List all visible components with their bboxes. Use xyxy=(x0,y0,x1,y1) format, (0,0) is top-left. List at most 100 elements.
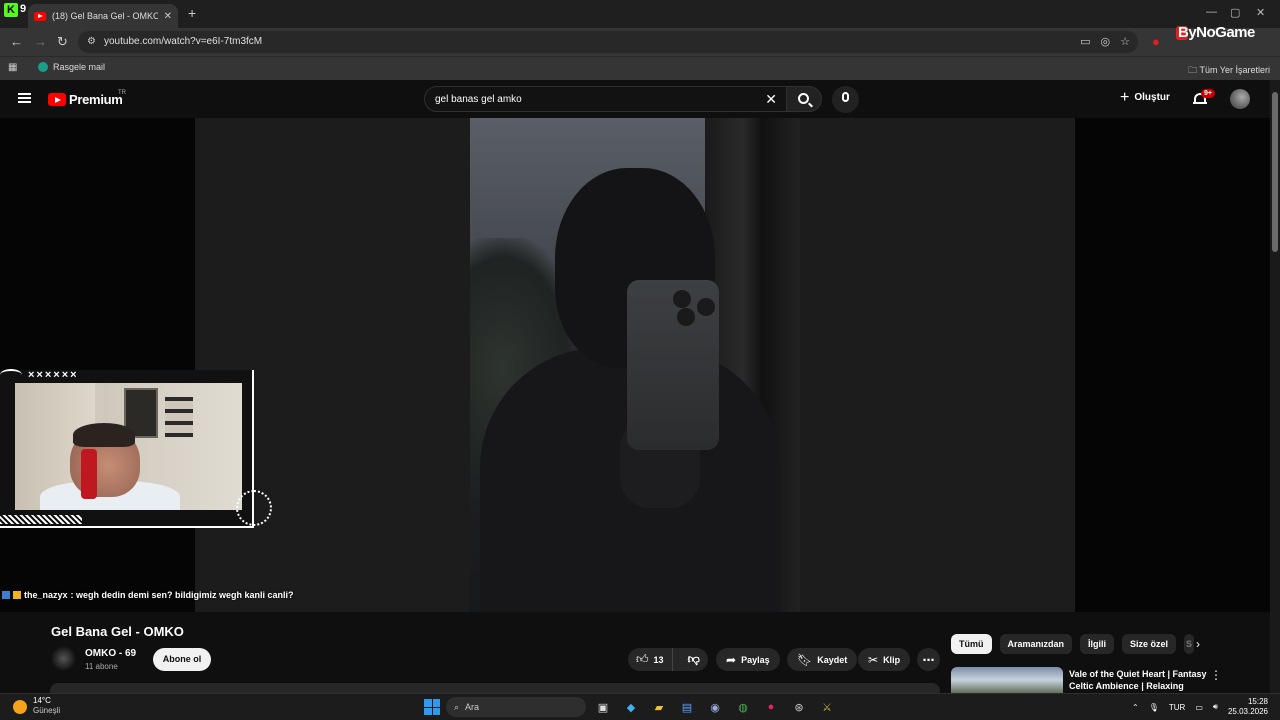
related-video-thumbnail[interactable] xyxy=(951,667,1063,693)
description-box[interactable] xyxy=(50,683,940,693)
reload-icon[interactable]: ↻ xyxy=(57,34,68,50)
share-button[interactable]: ➦ Paylaş xyxy=(716,648,780,671)
search-button[interactable] xyxy=(786,86,822,112)
share-label: Paylaş xyxy=(741,654,770,665)
thumbs-down-icon: 👎︎ xyxy=(687,652,700,666)
chip-truncated[interactable]: S xyxy=(1184,634,1195,654)
eye-off-icon[interactable]: ◎ xyxy=(1101,35,1111,48)
subscribe-button[interactable]: Abone ol xyxy=(153,648,211,671)
system-tray: ⌃ 🎙︎ TUR ▭ 🔊︎ 15:28 25.03.2026 xyxy=(1132,697,1268,717)
time: 15:28 xyxy=(1247,697,1268,706)
start-button[interactable] xyxy=(424,699,440,715)
bookmark-star-icon[interactable]: ☆ xyxy=(1120,35,1130,48)
store-icon[interactable]: ▤ xyxy=(676,697,698,717)
scissors-icon: ✂ xyxy=(868,652,879,667)
omnibox[interactable]: ⚙ youtube.com/watch?v=e6I-7tm3fcM ▭ ◎ ☆ xyxy=(78,31,1138,53)
voice-search-button[interactable] xyxy=(832,86,859,113)
search-query: gel banas gel amko xyxy=(435,94,522,105)
bookmark-label: Rasgele mail xyxy=(53,62,106,72)
like-count: 13 xyxy=(653,654,664,665)
chip-related[interactable]: İlgili xyxy=(1080,634,1115,654)
like-button[interactable]: 👍︎ 13 xyxy=(628,648,673,671)
youtube-logo-icon[interactable] xyxy=(48,93,66,106)
related-video-menu-icon[interactable]: ⋮ xyxy=(1210,668,1222,682)
chip-for-you[interactable]: Size özel xyxy=(1122,634,1177,654)
webcam-feed xyxy=(15,383,242,510)
date: 25.03.2026 xyxy=(1227,707,1268,716)
music-app-icon[interactable]: ● xyxy=(760,697,782,717)
clear-search-icon[interactable]: ✕ xyxy=(765,91,777,108)
subscriber-count: 11 abone xyxy=(85,662,118,671)
volume-icon[interactable]: 🔊︎ xyxy=(1213,702,1218,712)
chrome-icon[interactable]: ◍ xyxy=(732,697,754,717)
chat-message: the_nazyx : wegh dedin demi sen? bildigi… xyxy=(2,590,294,600)
game-app-icon[interactable]: ⊛ xyxy=(788,697,810,717)
network-icon[interactable]: ▭ xyxy=(1195,703,1203,712)
chip-from-search[interactable]: Aramanızdan xyxy=(999,634,1073,654)
search-icon: ⌕ xyxy=(454,701,460,712)
close-window-icon[interactable]: ✕ xyxy=(1256,6,1265,19)
bookmark-item[interactable]: Rasgele mail xyxy=(38,62,105,72)
language-indicator[interactable]: TUR xyxy=(1169,703,1185,712)
league-icon[interactable]: ⚔ xyxy=(816,697,838,717)
chevron-right-icon[interactable]: › xyxy=(1196,637,1200,651)
related-video-title[interactable]: Vale of the Quiet Heart | Fantasy Celtic… xyxy=(1069,668,1207,693)
back-icon[interactable]: ← xyxy=(10,34,23,49)
chat-badge-icon xyxy=(2,591,10,599)
all-bookmarks-label: Tüm Yer İşaretleri xyxy=(1199,65,1270,75)
all-bookmarks[interactable]: 🗀 Tüm Yer İşaretleri xyxy=(1188,63,1270,79)
sun-icon[interactable] xyxy=(13,700,27,714)
channel-name[interactable]: OMKO - 69 xyxy=(85,648,136,659)
file-explorer-icon[interactable]: ▰ xyxy=(648,697,670,717)
kick-extension-icon[interactable]: K xyxy=(4,3,18,17)
clock[interactable]: 15:28 25.03.2026 xyxy=(1228,697,1268,717)
chevron-up-icon[interactable]: ⌃ xyxy=(1132,703,1139,712)
tab-title: (18) Gel Bana Gel - OMKO - YouTube xyxy=(52,11,158,21)
chat-badge-icon-2 xyxy=(13,591,21,599)
premium-label[interactable]: Premium xyxy=(69,92,123,107)
new-tab-icon[interactable]: + xyxy=(188,5,196,21)
bynogame-watermark: ByNoGame xyxy=(1178,24,1255,41)
forward-icon[interactable]: → xyxy=(34,34,47,49)
more-actions-button[interactable]: ⋯ xyxy=(917,648,940,671)
cast-icon[interactable]: ▭ xyxy=(1080,35,1090,48)
phone-in-video xyxy=(627,280,719,450)
notification-badge: 9+ xyxy=(1201,89,1215,98)
site-info-icon[interactable]: ⚙ xyxy=(87,36,96,47)
task-view-icon[interactable]: ▣ xyxy=(592,697,614,717)
search-icon xyxy=(798,93,809,104)
mic-tray-icon[interactable]: 🎙︎ xyxy=(1149,703,1159,712)
bookmarks-bar: ▦ Rasgele mail 🗀 Tüm Yer İşaretleri xyxy=(0,56,1280,80)
page-scrollbar[interactable] xyxy=(1270,80,1280,693)
extension-icon[interactable]: ● xyxy=(1152,34,1160,49)
bookmark-favicon-icon xyxy=(38,62,48,72)
menu-icon[interactable] xyxy=(18,93,31,103)
like-dislike-group: 👍︎ 13 👎︎ xyxy=(628,648,708,671)
apps-grid-icon[interactable]: ▦ xyxy=(8,62,17,73)
taskbar-search[interactable]: ⌕ Ara xyxy=(446,697,586,717)
steam-icon[interactable]: ◉ xyxy=(704,697,726,717)
thumbs-up-icon: 👍︎ xyxy=(636,652,649,666)
overlay-decoration: ×××××× xyxy=(28,369,79,381)
create-button[interactable]: + Oluştur xyxy=(1120,88,1170,106)
country-code: TR xyxy=(118,90,126,96)
save-button[interactable]: 🔖︎ Kaydet xyxy=(787,648,858,671)
channel-avatar[interactable] xyxy=(51,646,76,671)
account-avatar[interactable] xyxy=(1230,89,1250,109)
video-frame[interactable] xyxy=(470,118,800,612)
search-input[interactable]: gel banas gel amko ✕ xyxy=(424,86,786,112)
scrollbar-thumb[interactable] xyxy=(1272,92,1278,252)
copilot-icon[interactable]: ◆ xyxy=(620,697,642,717)
video-player[interactable] xyxy=(0,118,1270,612)
bookmark-icon: 🔖︎ xyxy=(797,652,813,667)
chip-all[interactable]: Tümü xyxy=(951,634,992,654)
minimize-icon[interactable]: — xyxy=(1206,6,1217,18)
plus-icon: + xyxy=(1120,88,1130,106)
browser-tab[interactable]: (18) Gel Bana Gel - OMKO - YouTube ✕ xyxy=(28,4,178,28)
maximize-icon[interactable]: ▢ xyxy=(1230,6,1240,19)
taskbar-search-label: Ara xyxy=(465,702,480,712)
tab-close-icon[interactable]: ✕ xyxy=(164,11,172,22)
clip-button[interactable]: ✂ Klip xyxy=(858,648,911,671)
more-icon: ⋯ xyxy=(922,652,935,667)
dislike-button[interactable]: 👎︎ xyxy=(678,652,710,667)
